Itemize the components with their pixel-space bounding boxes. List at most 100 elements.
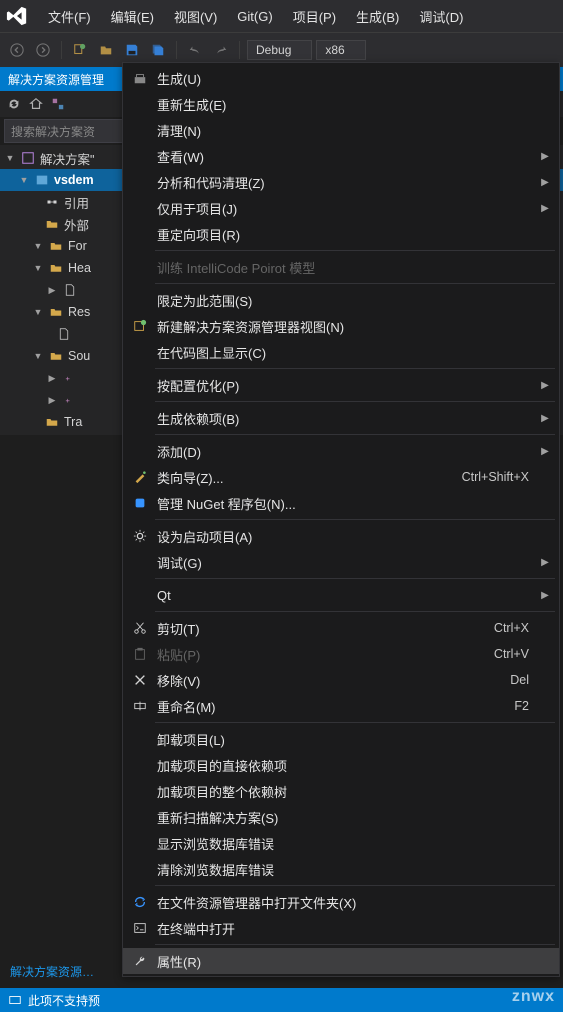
ctx-codemap[interactable]: 在代码图上显示(C) (123, 339, 559, 365)
sync-icon[interactable] (4, 94, 24, 114)
project-context-menu: 生成(U) 重新生成(E) 清理(N) 查看(W)▶ 分析和代码清理(Z)▶ 仅… (122, 62, 560, 977)
new-item-icon[interactable] (69, 39, 91, 61)
chevron-down-icon: ▼ (32, 263, 44, 273)
ctx-rescan[interactable]: 重新扫描解决方案(S) (123, 804, 559, 830)
terminal-icon (127, 921, 153, 935)
svg-text:+: + (66, 396, 71, 405)
ctx-openfolder[interactable]: 在文件资源管理器中打开文件夹(X) (123, 889, 559, 915)
chevron-right-icon: ▶ (541, 413, 549, 424)
ctx-openterm[interactable]: 在终端中打开 (123, 915, 559, 941)
config-dropdown[interactable]: Debug (247, 40, 312, 60)
save-icon[interactable] (121, 39, 143, 61)
chevron-right-icon: ▶ (541, 177, 549, 188)
explorer-tab[interactable]: 解决方案资源… (0, 959, 104, 984)
ctx-paste: 粘贴(P)Ctrl+V (123, 641, 559, 667)
references-icon (44, 194, 60, 210)
menu-git[interactable]: Git(G) (227, 5, 282, 28)
project-icon (34, 172, 50, 188)
menu-view[interactable]: 视图(V) (164, 3, 227, 30)
folder-icon (44, 414, 60, 430)
wrench-icon (127, 954, 153, 968)
save-all-icon[interactable] (147, 39, 169, 61)
gear-icon (127, 529, 153, 543)
chevron-down-icon: ▼ (18, 175, 30, 185)
chevron-right-icon: ▶ (541, 446, 549, 457)
ctx-newview[interactable]: 新建解决方案资源管理器视图(N) (123, 313, 559, 339)
chevron-down-icon: ▼ (4, 153, 16, 163)
ctx-projonly[interactable]: 仅用于项目(J)▶ (123, 195, 559, 221)
chevron-right-icon: ▶ (541, 557, 549, 568)
ctx-rebuild[interactable]: 重新生成(E) (123, 91, 559, 117)
chevron-right-icon: ▶ (541, 203, 549, 214)
nav-back-icon[interactable] (6, 39, 28, 61)
ctx-remove[interactable]: 移除(V)Del (123, 667, 559, 693)
menu-project[interactable]: 项目(P) (283, 3, 346, 30)
ctx-debug[interactable]: 调试(G)▶ (123, 549, 559, 575)
new-view-icon (127, 319, 153, 333)
chevron-right-icon: ▶ (541, 380, 549, 391)
ctx-clearerr[interactable]: 清除浏览数据库错误 (123, 856, 559, 882)
vs-logo-icon (6, 5, 28, 27)
cpp-icon: + (62, 370, 78, 386)
ctx-unload[interactable]: 卸载项目(L) (123, 726, 559, 752)
svg-text:+: + (66, 374, 71, 383)
home-icon[interactable] (26, 94, 46, 114)
ctx-cut[interactable]: 剪切(T)Ctrl+X (123, 615, 559, 641)
ctx-retarget[interactable]: 重定向项目(R) (123, 221, 559, 247)
ctx-qt[interactable]: Qt▶ (123, 582, 559, 608)
nuget-icon (127, 496, 153, 510)
chevron-right-icon: ▶ (46, 373, 58, 384)
menu-build[interactable]: 生成(B) (346, 3, 409, 30)
build-icon (127, 71, 153, 85)
search-placeholder: 搜索解决方案资 (11, 123, 95, 140)
remove-icon (127, 673, 153, 687)
file-icon (62, 282, 78, 298)
ctx-view[interactable]: 查看(W)▶ (123, 143, 559, 169)
switch-views-icon[interactable] (48, 94, 68, 114)
rename-icon (127, 699, 153, 713)
ctx-startup[interactable]: 设为启动项目(A) (123, 523, 559, 549)
status-bar: 此项不支持预 (0, 988, 563, 1012)
ctx-add[interactable]: 添加(D)▶ (123, 438, 559, 464)
ctx-rename[interactable]: 重命名(M)F2 (123, 693, 559, 719)
ctx-loadtree[interactable]: 加载项目的整个依赖树 (123, 778, 559, 804)
open-folder-icon (127, 895, 153, 909)
menu-debug[interactable]: 调试(D) (409, 3, 473, 30)
chevron-down-icon: ▼ (32, 241, 44, 251)
paste-icon (127, 647, 153, 661)
folder-icon (44, 216, 60, 232)
chevron-right-icon: ▶ (46, 285, 58, 296)
ctx-build[interactable]: 生成(U) (123, 65, 559, 91)
cpp-icon: + (62, 392, 78, 408)
ctx-analyze[interactable]: 分析和代码清理(Z)▶ (123, 169, 559, 195)
undo-icon[interactable] (184, 39, 206, 61)
chevron-down-icon: ▼ (32, 351, 44, 361)
ctx-wizard[interactable]: 类向导(Z)...Ctrl+Shift+X (123, 464, 559, 490)
solution-icon (20, 150, 36, 166)
wizard-icon (127, 470, 153, 484)
ctx-clean[interactable]: 清理(N) (123, 117, 559, 143)
folder-icon (48, 238, 64, 254)
cut-icon (127, 621, 153, 635)
chevron-down-icon: ▼ (32, 307, 44, 317)
ctx-deps[interactable]: 生成依赖项(B)▶ (123, 405, 559, 431)
ctx-optimize[interactable]: 按配置优化(P)▶ (123, 372, 559, 398)
status-icon (8, 993, 22, 1007)
menubar: 文件(F) 编辑(E) 视图(V) Git(G) 项目(P) 生成(B) 调试(… (0, 0, 563, 33)
chevron-right-icon: ▶ (541, 590, 549, 601)
ctx-loaddirect[interactable]: 加载项目的直接依赖项 (123, 752, 559, 778)
redo-icon[interactable] (210, 39, 232, 61)
ctx-intellicode: 训练 IntelliCode Poirot 模型 (123, 254, 559, 280)
nav-fwd-icon[interactable] (32, 39, 54, 61)
ctx-properties[interactable]: 属性(R) (123, 948, 559, 974)
ctx-nuget[interactable]: 管理 NuGet 程序包(N)... (123, 490, 559, 516)
platform-dropdown[interactable]: x86 (316, 40, 365, 60)
folder-icon (48, 304, 64, 320)
ctx-showerr[interactable]: 显示浏览数据库错误 (123, 830, 559, 856)
ctx-scope[interactable]: 限定为此范围(S) (123, 287, 559, 313)
menu-file[interactable]: 文件(F) (38, 3, 101, 30)
chevron-right-icon: ▶ (46, 395, 58, 406)
folder-icon (48, 348, 64, 364)
open-icon[interactable] (95, 39, 117, 61)
menu-edit[interactable]: 编辑(E) (101, 3, 164, 30)
